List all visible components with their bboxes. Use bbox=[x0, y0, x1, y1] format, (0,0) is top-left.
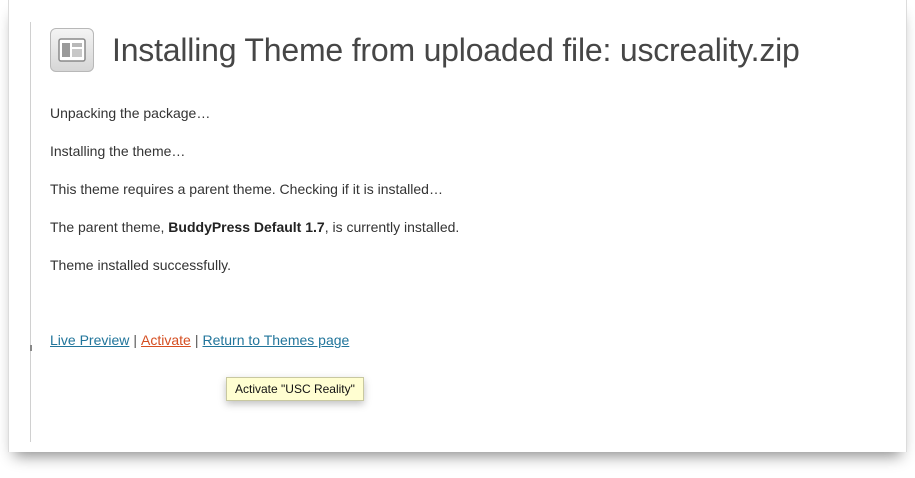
page: Installing Theme from uploaded file: usc… bbox=[0, 0, 915, 478]
log-unpacking: Unpacking the package… bbox=[50, 105, 211, 121]
live-preview-link[interactable]: Live Preview bbox=[50, 332, 129, 348]
log-parent-check: This theme requires a parent theme. Chec… bbox=[50, 181, 443, 197]
separator: | bbox=[133, 332, 138, 348]
action-links: Live Preview | Activate | Return to Themes p… bbox=[50, 331, 349, 349]
theme-appearance-icon bbox=[50, 28, 94, 72]
separator: | bbox=[194, 332, 199, 348]
left-divider bbox=[30, 22, 31, 442]
parent-theme-name: BuddyPress Default 1.7 bbox=[168, 219, 325, 235]
install-log: Unpacking the package… Installing the th… bbox=[50, 104, 890, 294]
return-to-themes-link[interactable]: Return to Themes page bbox=[202, 332, 349, 348]
log-parent-prefix: The parent theme, bbox=[50, 219, 169, 235]
activate-tooltip: Activate "USC Reality" bbox=[226, 377, 364, 401]
log-success: Theme installed successfully. bbox=[50, 257, 232, 273]
log-installing: Installing the theme… bbox=[50, 143, 186, 159]
page-header: Installing Theme from uploaded file: usc… bbox=[50, 28, 800, 72]
log-parent-suffix: , is currently installed. bbox=[324, 219, 460, 235]
cursor-mark bbox=[30, 345, 32, 351]
page-title: Installing Theme from uploaded file: usc… bbox=[112, 31, 800, 68]
activate-link[interactable]: Activate bbox=[141, 332, 191, 348]
log-parent-installed: The parent theme, BuddyPress Default 1.7… bbox=[50, 218, 890, 236]
